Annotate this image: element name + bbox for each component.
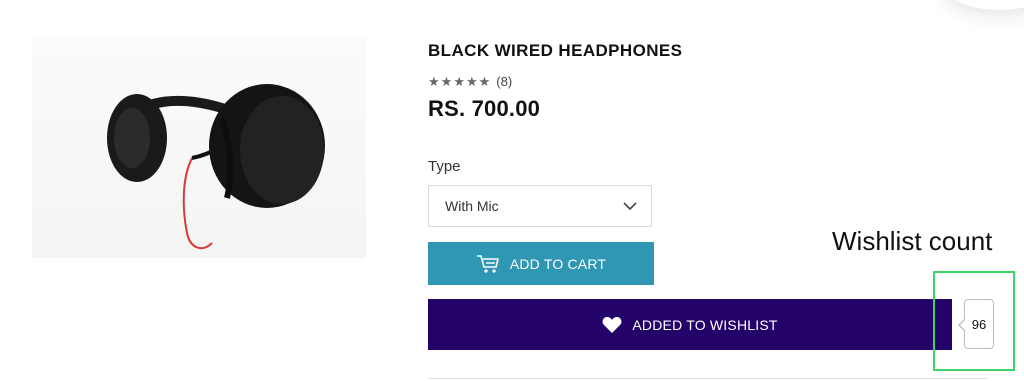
star-icon: ★ (465, 74, 478, 89)
type-label: Type (428, 158, 461, 175)
type-select[interactable]: With Mic (428, 185, 652, 227)
chevron-down-icon (623, 201, 637, 210)
divider (428, 378, 988, 379)
headphones-image (107, 84, 325, 250)
star-icon: ★ (440, 74, 453, 89)
cart-icon (476, 254, 499, 273)
corner-shadow-decoration (944, 0, 1024, 10)
product-price: RS. 700.00 (428, 96, 541, 121)
star-icon: ★ (478, 74, 491, 89)
star-icon: ★ (453, 74, 465, 89)
product-rating: ★ ★ ★ ★ ★ (8) (428, 74, 512, 89)
product-title: BLACK WIRED HEADPHONES (428, 41, 683, 60)
wishlist-label: ADDED TO WISHLIST (632, 316, 778, 333)
product-image (32, 38, 366, 258)
star-icon: ★ (428, 74, 440, 89)
add-to-cart-button[interactable]: ADD TO CART (428, 242, 654, 285)
type-select-value: With Mic (445, 198, 499, 214)
annotation-highlight-box (933, 271, 1015, 371)
heart-icon (602, 316, 622, 333)
add-to-cart-label: ADD TO CART (509, 255, 607, 272)
rating-stars: ★ ★ ★ ★ ★ (428, 75, 490, 88)
wishlist-button[interactable]: ADDED TO WISHLIST (428, 299, 952, 350)
review-count[interactable]: (8) (496, 74, 512, 89)
annotation-label: Wishlist count (832, 226, 993, 256)
